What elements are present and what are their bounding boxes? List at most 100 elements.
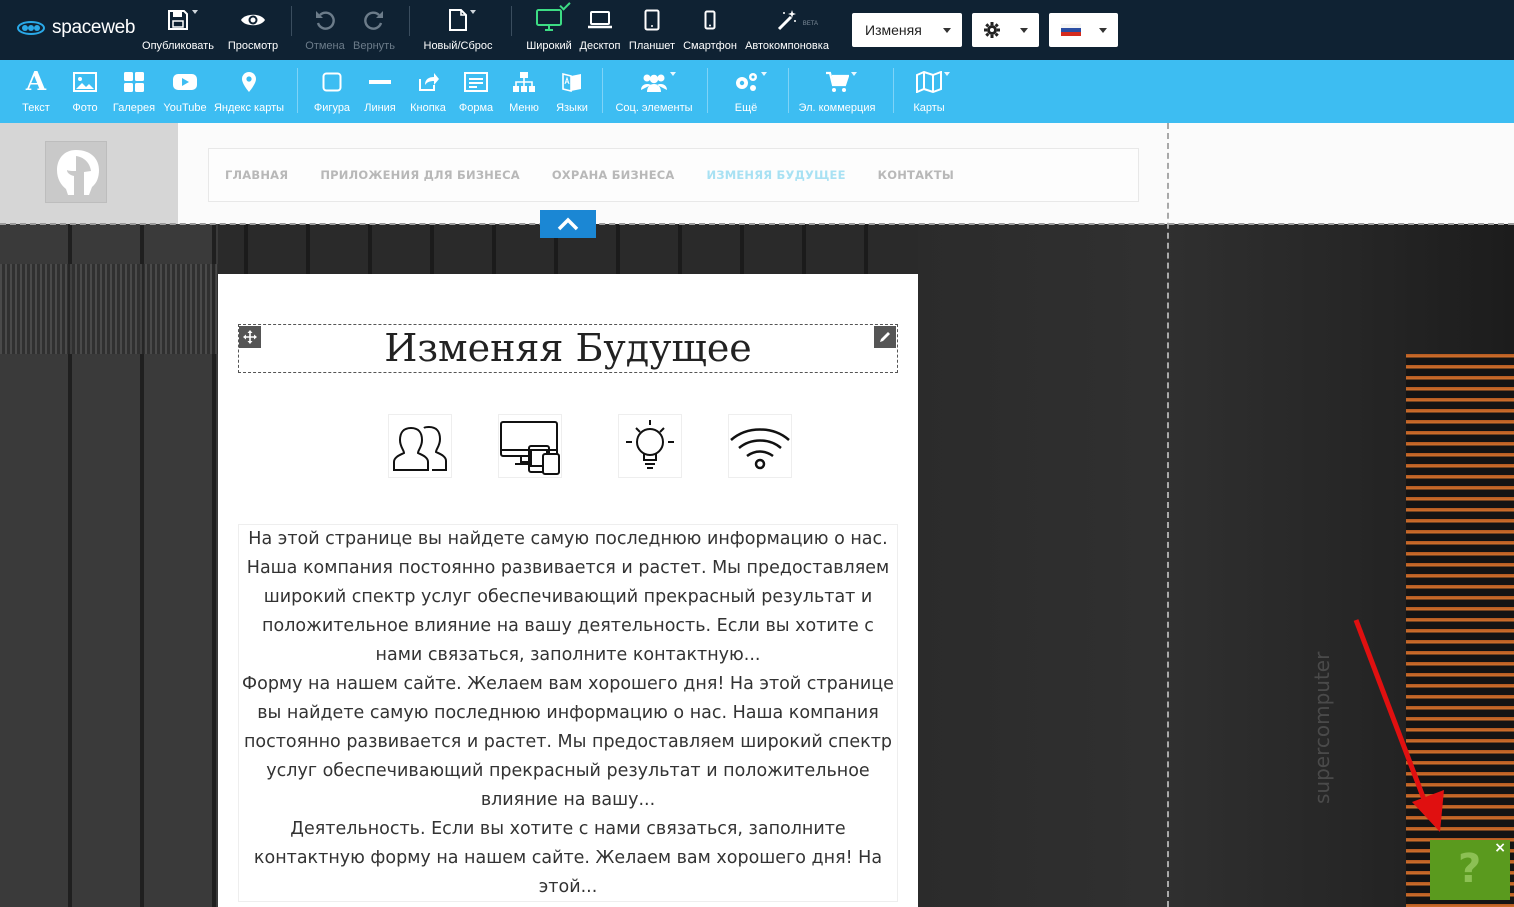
widget-social-label: Соц. элементы (615, 102, 693, 114)
view-smartphone-label: Смартфон (683, 40, 737, 52)
editor-topbar: spaceweb Опубликовать Просмотр Отмена Ве… (0, 0, 1514, 60)
smartphone-icon (704, 10, 716, 30)
paragraph-1: На этой странице вы найдете самую послед… (246, 529, 890, 665)
nav-item-changing-future[interactable]: ИЗМЕНЯЯ БУДУЩЕЕ (707, 168, 846, 182)
file-icon (449, 9, 467, 31)
widget-button-button[interactable]: Кнопка (407, 68, 449, 120)
map-pin-icon (242, 72, 256, 92)
widget-gallery-button[interactable]: Галерея (110, 68, 158, 120)
widget-form-label: Форма (458, 102, 494, 114)
toolbar-divider (511, 6, 512, 36)
widget-more-button[interactable]: Ещё (724, 68, 768, 120)
widget-form-button[interactable]: Форма (455, 68, 497, 120)
widget-social-button[interactable]: Соц. элементы (612, 68, 696, 120)
publish-button[interactable]: Опубликовать (140, 6, 216, 56)
tablet-icon (644, 9, 660, 31)
shopping-cart-icon (826, 71, 849, 92)
devices-icon[interactable] (498, 414, 562, 478)
chevron-down-icon (1099, 28, 1107, 33)
widget-menu-label: Меню (509, 102, 539, 114)
widget-menu-button[interactable]: Меню (504, 68, 544, 120)
line-icon (369, 80, 391, 84)
redo-button[interactable]: Вернуть (351, 6, 397, 56)
view-wide-button[interactable]: Широкий (524, 0, 574, 56)
chevron-down-icon (192, 10, 198, 14)
russia-flag-icon (1061, 24, 1081, 36)
undo-button[interactable]: Отмена (303, 6, 347, 56)
site-header[interactable]: ГЛАВНАЯ ПРИЛОЖЕНИЯ ДЛЯ БИЗНЕСА ОХРАНА БИ… (0, 123, 1514, 224)
widget-text-button[interactable]: A Текст (16, 68, 56, 120)
spaceweb-logo[interactable]: spaceweb (16, 14, 135, 42)
paragraph-2: Форму на нашем сайте. Желаем вам хорошег… (242, 674, 894, 810)
widget-ecommerce-button[interactable]: Эл. коммерция (796, 68, 878, 120)
edit-handle[interactable] (874, 326, 896, 348)
chevron-down-icon (851, 72, 857, 76)
toolbar-divider (409, 6, 410, 36)
autolayout-button[interactable]: BETA Автокомпоновка (744, 6, 830, 56)
widget-button-label: Кнопка (410, 102, 446, 114)
content-card[interactable]: Изменяя Будущее На этой странице вы найд… (218, 274, 918, 907)
nav-item-contacts[interactable]: КОНТАКТЫ (878, 168, 954, 182)
toolbar-divider (707, 68, 708, 113)
view-desktop-button[interactable]: Десктоп (578, 6, 622, 56)
supercomputer-label: supercomputer (1310, 651, 1334, 804)
view-desktop-label: Десктоп (579, 40, 621, 52)
widget-line-label: Линия (364, 102, 396, 114)
lightbulb-icon[interactable] (618, 414, 682, 478)
wifi-icon[interactable] (728, 414, 792, 478)
toolbar-divider (788, 68, 789, 113)
undo-label: Отмена (305, 40, 345, 52)
widget-youtube-button[interactable]: YouTube (161, 68, 209, 120)
settings-dropdown[interactable] (972, 13, 1039, 47)
language-dropdown[interactable] (1049, 13, 1118, 47)
nav-item-business-apps[interactable]: ПРИЛОЖЕНИЯ ДЛЯ БИЗНЕСА (320, 168, 519, 182)
redo-icon (364, 11, 383, 30)
widget-toolbar: A Текст Фото Галерея YouTube Яндекс карт… (0, 60, 1514, 123)
undo-icon (316, 11, 335, 30)
youtube-icon (173, 74, 197, 90)
toolbar-divider (297, 68, 298, 113)
checkmark-icon (559, 0, 571, 11)
widget-shape-button[interactable]: Фигура (310, 68, 354, 120)
site-nav-menu[interactable]: ГЛАВНАЯ ПРИЛОЖЕНИЯ ДЛЯ БИЗНЕСА ОХРАНА БИ… (208, 148, 1139, 202)
close-icon[interactable]: × (1494, 840, 1506, 856)
widget-photo-button[interactable]: Фото (66, 68, 104, 120)
view-wide-label: Широкий (526, 40, 572, 52)
nav-item-business-security[interactable]: ОХРАНА БИЗНЕСА (552, 168, 675, 182)
chevron-down-icon (670, 72, 676, 76)
widget-languages-button[interactable]: Языки (552, 68, 592, 120)
move-handle[interactable] (239, 326, 261, 348)
page-select-value: Изменяя (865, 22, 922, 38)
laptop-icon (588, 11, 612, 29)
users-icon[interactable] (388, 414, 452, 478)
site-logo[interactable] (45, 141, 107, 203)
page-title[interactable]: Изменяя Будущее (239, 325, 897, 372)
publish-label: Опубликовать (142, 40, 214, 52)
magic-wand-icon (777, 10, 796, 31)
chevron-down-icon (761, 72, 767, 76)
text-block[interactable]: На этой странице вы найдете самую послед… (238, 524, 898, 902)
widget-youtube-label: YouTube (163, 102, 207, 114)
widget-shape-label: Фигура (313, 102, 351, 114)
page-select-dropdown[interactable]: Изменяя (852, 13, 962, 47)
widget-yandex-maps-button[interactable]: Яндекс карты (213, 68, 285, 120)
heading-block-selected[interactable]: Изменяя Будущее (238, 324, 898, 373)
collapse-header-button[interactable] (540, 210, 596, 238)
beta-badge: BETA (802, 21, 818, 27)
help-widget[interactable]: ? × (1430, 840, 1510, 900)
view-tablet-button[interactable]: Планшет (627, 6, 677, 56)
widget-ecommerce-label: Эл. коммерция (798, 102, 876, 114)
widget-gallery-label: Галерея (112, 102, 156, 114)
nav-item-home[interactable]: ГЛАВНАЯ (225, 168, 288, 182)
widget-maps-button[interactable]: Карты (908, 68, 950, 120)
eye-icon (241, 14, 265, 26)
gallery-grid-icon (124, 72, 144, 92)
new-reset-button[interactable]: Новый/Сброс (421, 6, 495, 56)
toolbar-divider (893, 68, 894, 113)
server-racks-vent (0, 264, 218, 354)
site-logo-area[interactable] (0, 123, 178, 224)
preview-button[interactable]: Просмотр (226, 6, 280, 56)
widget-more-label: Ещё (734, 102, 758, 114)
view-smartphone-button[interactable]: Смартфон (682, 6, 738, 56)
widget-line-button[interactable]: Линия (360, 68, 400, 120)
